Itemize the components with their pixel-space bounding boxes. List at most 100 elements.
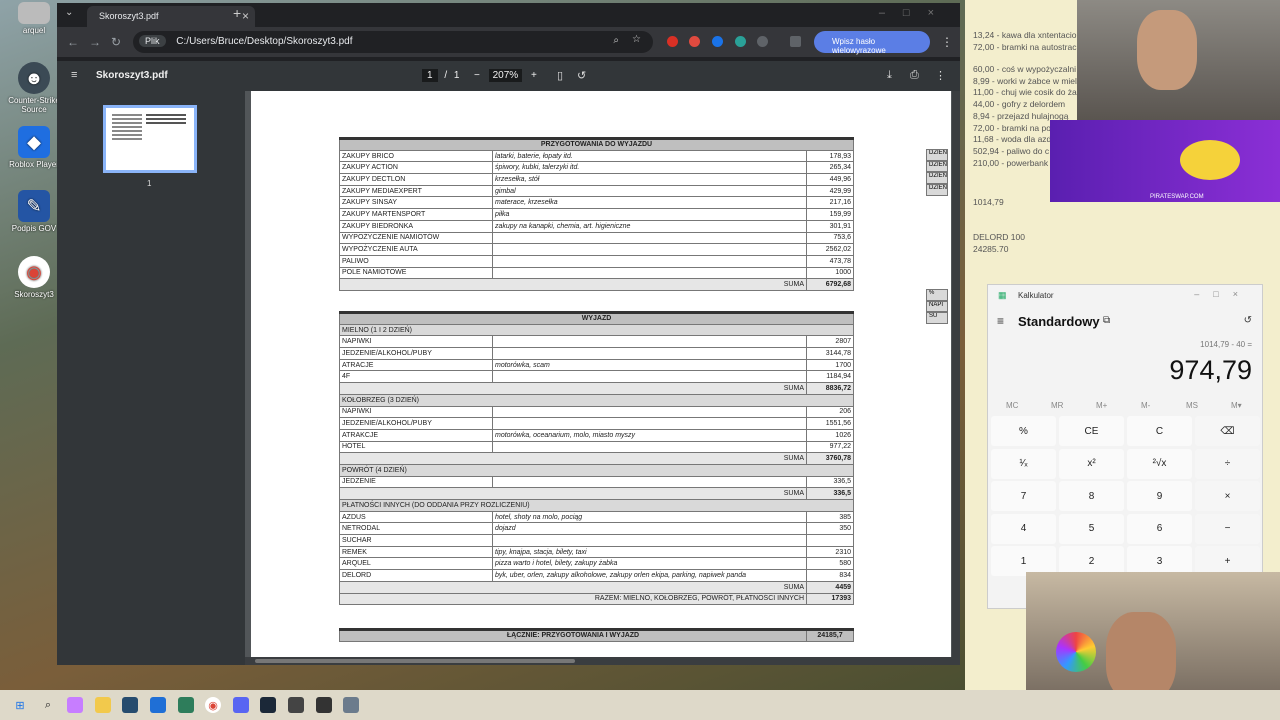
download-icon[interactable]: ⤓	[887, 69, 892, 82]
note-line: 210,00 - powerbank	[973, 157, 1049, 168]
calculator-key[interactable]: 8	[1059, 481, 1124, 511]
pdf-menu-icon[interactable]: ≡	[71, 69, 77, 81]
calculator-key[interactable]: %	[991, 416, 1056, 446]
discord-icon[interactable]	[233, 697, 249, 713]
item-description: krzesełka, stół	[492, 173, 807, 186]
zoom-out-icon[interactable]: −	[474, 70, 480, 81]
reload-icon[interactable]: ↻	[111, 35, 121, 49]
calculator-window-controls[interactable]: –□×	[1194, 289, 1252, 299]
print-icon[interactable]: ⎙	[910, 69, 919, 82]
extensions-puzzle-icon[interactable]	[757, 36, 768, 47]
store-icon[interactable]	[122, 697, 138, 713]
page-thumbnail[interactable]	[103, 105, 197, 173]
calculator-mode: Standardowy	[1018, 314, 1100, 329]
calculator-key[interactable]: x²	[1059, 448, 1124, 479]
desktop-icon-roblox[interactable]: ◆ Roblox Player	[8, 126, 60, 169]
browser-menu-icon[interactable]: ⋮	[941, 35, 953, 49]
side-fragment-cell: SU	[926, 312, 948, 325]
chrome-icon[interactable]: ◉	[205, 697, 221, 713]
fit-page-icon[interactable]: ▯	[557, 69, 563, 82]
item-description: byk, uber, orlen, zakupy alkoholowe, zak…	[492, 569, 807, 582]
calculator-key[interactable]: ⌫	[1195, 416, 1260, 446]
search-icon[interactable]: ⌕	[40, 697, 56, 713]
rotate-icon[interactable]: ↺	[577, 69, 586, 82]
desktop-icon-arquel[interactable]: arquel	[8, 2, 60, 35]
new-tab-icon[interactable]: +	[233, 5, 241, 21]
desktop-icon-skoroszyt3[interactable]: ◉ Skoroszyt3	[8, 256, 60, 299]
calculator-key[interactable]: ²√x	[1127, 448, 1192, 479]
calculator-key[interactable]: 7	[991, 481, 1056, 511]
memory-button[interactable]: M-	[1141, 401, 1150, 410]
memory-button[interactable]: MR	[1051, 401, 1063, 410]
memory-button[interactable]: MC	[1006, 401, 1018, 410]
item-description	[492, 347, 807, 360]
zoom-in-icon[interactable]: +	[531, 70, 537, 81]
trip-total-row: RAZEM: MIELNO, KOŁOBRZEG, POWRÓT, PŁATNO…	[339, 592, 854, 606]
thumbnail-preview-2	[146, 114, 186, 126]
extension-icon-2[interactable]	[689, 36, 700, 47]
side-fragment-cell: %	[926, 289, 948, 301]
start-icon[interactable]: ⊞	[12, 697, 28, 713]
file-explorer-icon[interactable]	[95, 697, 111, 713]
copilot-icon[interactable]	[67, 697, 83, 713]
calculator-key[interactable]: C	[1127, 416, 1192, 446]
terminal-icon[interactable]	[316, 697, 332, 713]
mail-icon[interactable]	[150, 697, 166, 713]
calculator-key[interactable]: −	[1195, 513, 1260, 544]
app-icon[interactable]	[178, 697, 194, 713]
item-value: 834	[806, 569, 854, 582]
extension-icon-1[interactable]	[667, 36, 678, 47]
memory-button[interactable]: MS	[1186, 401, 1198, 410]
steam-icon[interactable]	[260, 697, 276, 713]
profile-button[interactable]: Wpisz hasło wielowyrazowe	[814, 31, 930, 55]
tab-search-icon[interactable]: ⌄	[65, 7, 73, 18]
calculator-key[interactable]: 4	[991, 513, 1056, 544]
notes-total: 1014,79	[973, 197, 1004, 207]
extension-icon-4[interactable]	[735, 36, 746, 47]
pdf-more-icon[interactable]: ⋮	[935, 69, 946, 82]
memory-button[interactable]: M▾	[1231, 401, 1242, 410]
extension-icon-3[interactable]	[712, 36, 723, 47]
pdf-viewer[interactable]: PRZYGOTOWANIA DO WYJAZDU ZAKUPY BRICO lata…	[245, 91, 960, 665]
vertical-scrollbar[interactable]	[952, 91, 960, 665]
calculator-key[interactable]: ¹⁄ₓ	[991, 448, 1056, 479]
desktop-icon-counter-strike[interactable]: ☻ Counter-Strike Source	[8, 62, 60, 114]
calculator-key[interactable]: CE	[1059, 416, 1124, 446]
trip-title: WYJAZD	[339, 311, 854, 325]
desktop-icon-podpis-gov[interactable]: ✎ Podpis GOV	[8, 190, 60, 233]
reading-list-icon[interactable]	[790, 36, 801, 47]
thumbnail-preview	[112, 114, 142, 142]
zoom-input[interactable]: 207%	[488, 69, 523, 82]
bookmark-star-icon[interactable]: ☆	[632, 34, 641, 45]
site-info-chip[interactable]: Plik	[139, 35, 166, 47]
keep-on-top-icon[interactable]: ⧉	[1103, 315, 1110, 326]
hamburger-menu-icon[interactable]: ≡	[997, 314, 1004, 328]
tab-skoroszyt3[interactable]: Skoroszyt3.pdf ×	[87, 6, 255, 27]
calculator-key[interactable]: ×	[1195, 481, 1260, 511]
item-name: JEDZENIE/ALKOHOL/PUBY	[339, 347, 493, 360]
sum-value: 6792,68	[806, 278, 854, 291]
table-row: ZAKUPY ACTION śpiwory, kubki, talerzyki i…	[339, 161, 854, 175]
item-value: 473,78	[806, 254, 854, 268]
item-value: 977,22	[806, 440, 854, 454]
horizontal-scrollbar[interactable]	[245, 657, 952, 665]
scrollbar-thumb[interactable]	[255, 659, 575, 663]
close-tab-icon[interactable]: ×	[242, 9, 249, 23]
page-number-input[interactable]: 1	[422, 69, 438, 82]
calculator-key[interactable]: 9	[1127, 481, 1192, 511]
zoom-icon[interactable]: ⌕	[613, 35, 619, 46]
calculator-key[interactable]: 5	[1059, 513, 1124, 544]
back-icon[interactable]: ←	[67, 35, 79, 49]
obs-icon[interactable]	[288, 697, 304, 713]
calculator-key[interactable]: 6	[1127, 513, 1192, 544]
sum-label: SUMA	[339, 487, 807, 500]
calculator-taskbar-icon[interactable]	[343, 697, 359, 713]
pdf-page: PRZYGOTOWANIA DO WYJAZDU ZAKUPY BRICO lata…	[251, 91, 951, 665]
sum-label: SUMA	[339, 278, 807, 291]
window-controls[interactable]: –□×	[879, 7, 952, 19]
forward-icon[interactable]: →	[89, 35, 101, 49]
history-icon[interactable]: ↺	[1244, 315, 1252, 326]
calculator-key[interactable]: ÷	[1195, 448, 1260, 479]
address-bar[interactable]: Plik C:/Users/Bruce/Desktop/Skoroszyt3.p…	[133, 31, 653, 53]
memory-button[interactable]: M+	[1096, 401, 1107, 410]
